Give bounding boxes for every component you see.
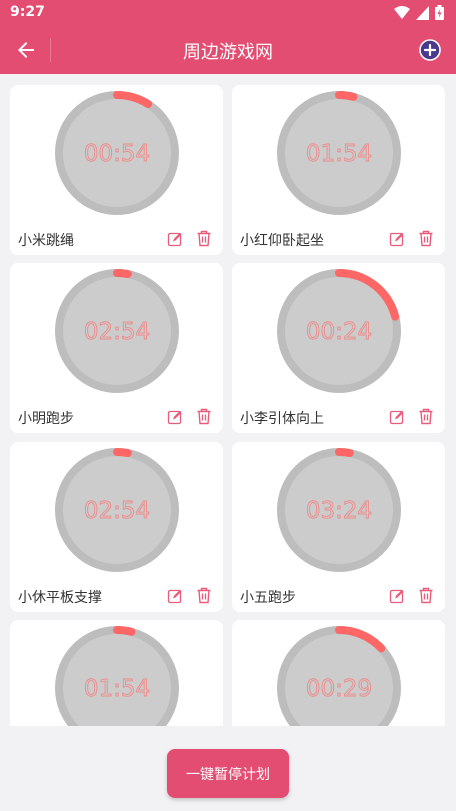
timer-card[interactable]: 02:54 小明跑步 [10, 263, 223, 433]
page-title: 周边游戏网 [183, 42, 273, 63]
timer-name: 小米跳绳 [18, 233, 74, 249]
timer-name: 小李引体向上 [240, 411, 324, 427]
timer-dial: 00:24 [277, 269, 401, 393]
delete-icon[interactable] [418, 230, 434, 247]
timer-dial: 00:54 [55, 91, 179, 215]
timer-card[interactable]: 00:29 [232, 620, 445, 726]
edit-icon[interactable] [167, 231, 183, 247]
edit-icon[interactable] [389, 409, 405, 425]
timer-card[interactable]: 00:54 小米跳绳 [10, 85, 223, 255]
timer-name: 小休平板支撑 [18, 590, 102, 606]
delete-icon[interactable] [418, 587, 434, 604]
edit-icon[interactable] [389, 231, 405, 247]
edit-icon[interactable] [167, 409, 183, 425]
timer-card[interactable]: 01:54 [10, 620, 223, 726]
timer-dial: 02:54 [55, 269, 179, 393]
edit-icon[interactable] [389, 588, 405, 604]
timer-name: 小红仰卧起坐 [240, 233, 324, 249]
timer-name: 小五跑步 [240, 590, 296, 606]
status-time: 9:27 [10, 4, 45, 20]
timer-time: 00:54 [84, 141, 150, 167]
timer-dial: 02:54 [55, 448, 179, 572]
timer-card[interactable]: 02:54 小休平板支撑 [10, 442, 223, 612]
delete-icon[interactable] [196, 408, 212, 425]
timer-card[interactable]: 03:24 小五跑步 [232, 442, 445, 612]
signal-icon [416, 5, 429, 20]
edit-icon[interactable] [167, 588, 183, 604]
timer-time: 01:54 [84, 676, 150, 702]
timer-card[interactable]: 01:54 小红仰卧起坐 [232, 85, 445, 255]
bottom-bar: 一键暂停计划 [0, 726, 456, 811]
status-bar: 9:27 [0, 0, 456, 26]
timer-dial: 03:24 [277, 448, 401, 572]
timer-time: 03:24 [306, 498, 372, 524]
wifi-icon [394, 5, 410, 19]
delete-icon[interactable] [196, 230, 212, 247]
app-bar: 周边游戏网 [0, 26, 456, 74]
timer-name: 小明跑步 [18, 411, 74, 427]
timer-time: 01:54 [306, 141, 372, 167]
timer-dial: 01:54 [55, 626, 179, 726]
timer-time: 02:54 [84, 319, 150, 345]
timer-time: 00:24 [306, 319, 372, 345]
timer-time: 00:29 [306, 676, 372, 702]
pause-all-button[interactable]: 一键暂停计划 [167, 749, 289, 798]
battery-icon [435, 5, 444, 20]
timer-dial: 00:29 [277, 626, 401, 726]
timer-dial: 01:54 [277, 91, 401, 215]
add-circle-icon[interactable] [418, 38, 442, 62]
timer-card[interactable]: 00:24 小李引体向上 [232, 263, 445, 433]
timer-time: 02:54 [84, 498, 150, 524]
delete-icon[interactable] [196, 587, 212, 604]
timer-grid: 00:54 小米跳绳 01:54 小红仰卧起坐 02:54 小明跑步 00:24… [0, 74, 456, 726]
delete-icon[interactable] [418, 408, 434, 425]
